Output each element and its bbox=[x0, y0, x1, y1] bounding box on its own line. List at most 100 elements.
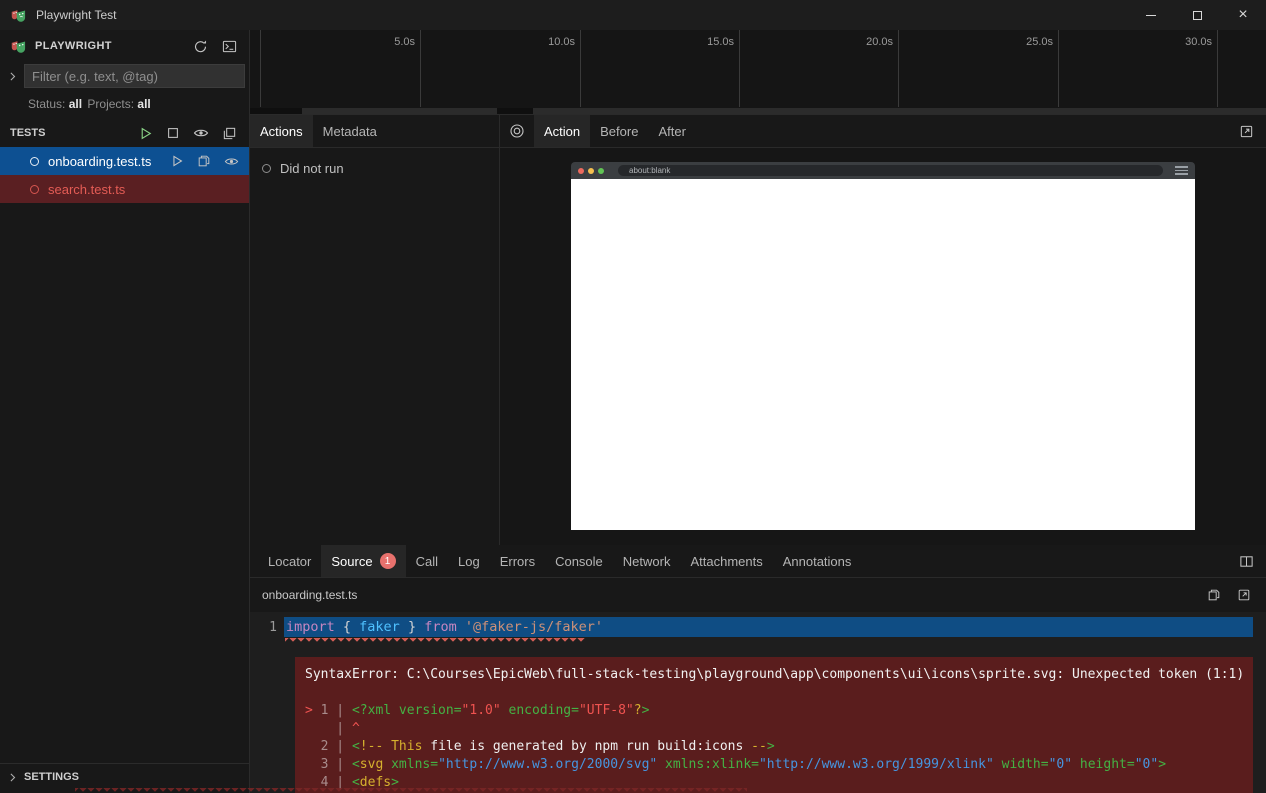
filter-chevron-icon[interactable] bbox=[0, 70, 24, 83]
terminal-button[interactable] bbox=[219, 36, 239, 56]
copy-source-button[interactable] bbox=[1204, 585, 1224, 605]
did-not-run-circle-icon bbox=[262, 164, 271, 173]
split-view-button[interactable] bbox=[1236, 551, 1256, 571]
syntax-error-box: SyntaxError: C:\Courses\EpicWeb\full-sta… bbox=[295, 657, 1253, 793]
test-status-circle-icon bbox=[30, 157, 39, 166]
watch-all-button[interactable] bbox=[191, 123, 211, 143]
error-frame-line-3: 3 | <svg xmlns="http://www.w3.org/2000/s… bbox=[305, 756, 1243, 774]
stop-button[interactable] bbox=[163, 123, 183, 143]
timeline-gridline bbox=[739, 30, 740, 107]
timeline-gridline bbox=[260, 30, 261, 107]
tab-errors[interactable]: Errors bbox=[490, 545, 545, 577]
maximize-icon bbox=[1193, 11, 1202, 20]
window-controls: × bbox=[1128, 0, 1266, 30]
traffic-light-zoom-icon bbox=[598, 168, 604, 174]
close-icon: × bbox=[1238, 7, 1247, 23]
timeline-gridline bbox=[580, 30, 581, 107]
timeline-lane-segment bbox=[250, 108, 302, 114]
tab-network[interactable]: Network bbox=[613, 545, 681, 577]
test-file-name: onboarding.test.ts bbox=[48, 154, 151, 169]
filter-input[interactable] bbox=[24, 64, 245, 88]
test-file-row-search[interactable]: search.test.ts bbox=[0, 175, 249, 203]
titlebar: Playwright Test × bbox=[0, 0, 1266, 30]
tab-attachments[interactable]: Attachments bbox=[680, 545, 772, 577]
source-code-view[interactable]: 1 import { faker } from '@faker-js/faker… bbox=[250, 612, 1266, 793]
open-snapshot-external-button[interactable] bbox=[1236, 121, 1256, 141]
did-not-run-label: Did not run bbox=[280, 161, 344, 176]
tab-console[interactable]: Console bbox=[545, 545, 613, 577]
source-file-bar: onboarding.test.ts bbox=[250, 578, 1266, 612]
sidebar: PLAYWRIGHT Status: all Projects: all bbox=[0, 30, 250, 793]
sidebar-title: PLAYWRIGHT bbox=[35, 40, 112, 52]
collapse-all-button[interactable] bbox=[219, 123, 239, 143]
blank-page bbox=[571, 179, 1195, 530]
address-bar: about:blank bbox=[618, 165, 1163, 176]
filter-row bbox=[0, 62, 249, 90]
run-test-button[interactable] bbox=[167, 151, 187, 171]
run-all-button[interactable] bbox=[135, 123, 155, 143]
tab-locator[interactable]: Locator bbox=[258, 545, 321, 577]
error-frame-caret-line: | ^ bbox=[305, 720, 1243, 738]
snapshot-area: about:blank bbox=[500, 148, 1266, 545]
playwright-test-window: Playwright Test × PLAYWRIGHT bbox=[0, 0, 1266, 793]
close-button[interactable]: × bbox=[1220, 0, 1266, 30]
error-squiggle-underline bbox=[285, 638, 585, 642]
timeline-tick: 25.0s bbox=[1026, 36, 1057, 48]
window-title: Playwright Test bbox=[36, 8, 116, 22]
timeline-lane-strip bbox=[250, 108, 1266, 114]
tab-call[interactable]: Call bbox=[406, 545, 448, 577]
timeline-tick: 5.0s bbox=[394, 36, 419, 48]
settings-chevron-icon bbox=[0, 771, 24, 784]
browser-snapshot: about:blank bbox=[571, 162, 1195, 530]
playwright-masks-icon bbox=[10, 38, 27, 55]
tab-after[interactable]: After bbox=[648, 115, 695, 147]
source-filename: onboarding.test.ts bbox=[262, 588, 357, 602]
show-source-button[interactable] bbox=[194, 151, 214, 171]
traffic-light-close-icon bbox=[578, 168, 584, 174]
timeline-tick: 20.0s bbox=[866, 36, 897, 48]
minimize-button[interactable] bbox=[1128, 0, 1174, 30]
watch-test-button[interactable] bbox=[221, 151, 241, 171]
pick-locator-button[interactable] bbox=[500, 115, 534, 147]
error-message: SyntaxError: C:\Courses\EpicWeb\full-sta… bbox=[305, 666, 1243, 684]
bottom-zigzag-artifact bbox=[75, 788, 747, 793]
error-frame-line-2: 2 | <!-- This file is generated by npm r… bbox=[305, 738, 1243, 756]
test-file-row-onboarding[interactable]: onboarding.test.ts bbox=[0, 147, 249, 175]
page-url: about:blank bbox=[629, 166, 670, 175]
tab-before[interactable]: Before bbox=[590, 115, 648, 147]
projects-label: Projects: bbox=[87, 97, 134, 111]
source-code-line-1: 1 import { faker } from '@faker-js/faker… bbox=[250, 617, 1266, 637]
tab-source[interactable]: Source 1 bbox=[321, 545, 405, 577]
snapshot-pane: Action Before After bbox=[500, 115, 1266, 545]
tests-label: TESTS bbox=[10, 127, 45, 139]
reload-tests-button[interactable] bbox=[190, 36, 210, 56]
tab-log[interactable]: Log bbox=[448, 545, 490, 577]
timeline[interactable]: 5.0s 10.0s 15.0s 20.0s 25.0s 30.0s bbox=[250, 30, 1266, 115]
timeline-gridline bbox=[1217, 30, 1218, 107]
tests-section-header: TESTS bbox=[0, 119, 249, 147]
source-error-badge: 1 bbox=[380, 553, 396, 569]
maximize-button[interactable] bbox=[1174, 0, 1220, 30]
settings-section-header[interactable]: SETTINGS bbox=[0, 763, 249, 790]
filter-status-line[interactable]: Status: all Projects: all bbox=[0, 90, 249, 115]
open-source-external-button[interactable] bbox=[1234, 585, 1254, 605]
tab-metadata[interactable]: Metadata bbox=[313, 115, 387, 147]
timeline-tick: 15.0s bbox=[707, 36, 738, 48]
playwright-logo-icon bbox=[10, 7, 27, 24]
tab-actions[interactable]: Actions bbox=[250, 115, 313, 147]
status-label: Status: bbox=[28, 97, 65, 111]
browser-chrome: about:blank bbox=[571, 162, 1195, 179]
timeline-gridline bbox=[898, 30, 899, 107]
tab-source-label: Source bbox=[331, 554, 372, 569]
browser-menu-icon bbox=[1175, 166, 1188, 175]
tab-action[interactable]: Action bbox=[534, 115, 590, 147]
main-area: 5.0s 10.0s 15.0s 20.0s 25.0s 30.0s Actio… bbox=[250, 30, 1266, 793]
tab-annotations[interactable]: Annotations bbox=[773, 545, 862, 577]
projects-value: all bbox=[137, 97, 150, 111]
sidebar-header: PLAYWRIGHT bbox=[0, 30, 249, 62]
timeline-tick: 10.0s bbox=[548, 36, 579, 48]
test-status-circle-icon bbox=[30, 185, 39, 194]
error-frame-line-1: > 1 | <?xml version="1.0" encoding="UTF-… bbox=[305, 702, 1243, 720]
timeline-gridline bbox=[420, 30, 421, 107]
status-value: all bbox=[69, 97, 82, 111]
